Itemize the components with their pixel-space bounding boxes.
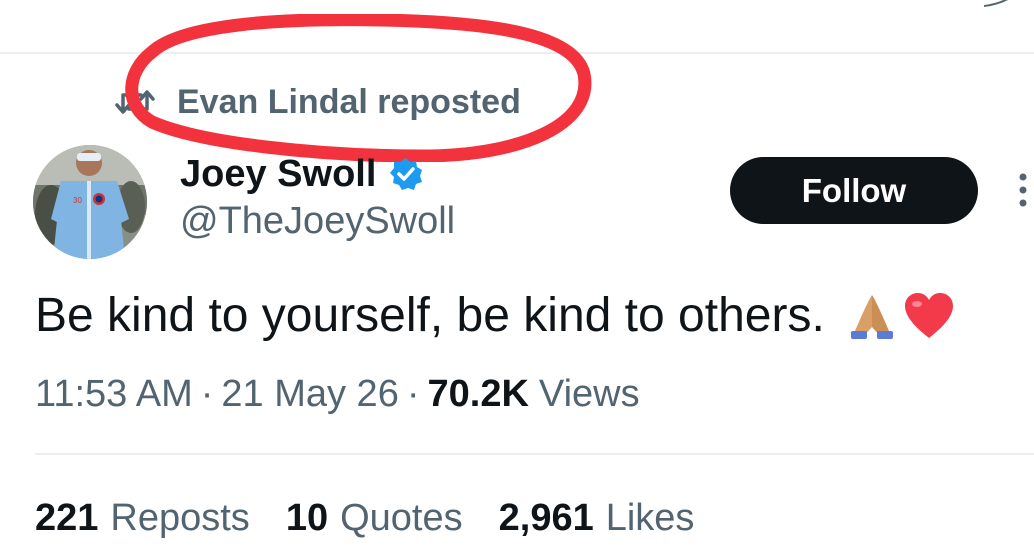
folded-hands-emoji-icon: [850, 294, 893, 339]
follow-button[interactable]: Follow: [730, 157, 978, 224]
views-count: 70.2K: [427, 373, 529, 415]
avatar-photo: 30: [33, 145, 147, 259]
likes-stat[interactable]: 2,961 Likes: [499, 497, 695, 540]
meta-separator: ·: [200, 373, 214, 415]
meta-separator: ·: [406, 373, 420, 415]
views-label: Views: [538, 373, 640, 415]
quotes-stat[interactable]: 10 Quotes: [286, 497, 463, 540]
author-handle[interactable]: @TheJoeySwoll: [180, 200, 455, 243]
likes-count: 2,961: [498, 497, 594, 539]
reposts-stat[interactable]: 221 Reposts: [35, 497, 250, 540]
tweet-meta: 11:53 AM · 21 May 26 · 70.2K Views: [35, 373, 640, 416]
svg-text:30: 30: [73, 196, 82, 205]
top-divider: [0, 52, 1034, 54]
repost-label[interactable]: Evan Lindal reposted: [177, 83, 521, 122]
stats-divider: [35, 453, 1034, 455]
verified-badge-icon: [390, 158, 423, 190]
quotes-count: 10: [285, 497, 329, 539]
red-heart-emoji-icon: [904, 292, 953, 338]
author-name-row[interactable]: Joey Swoll: [180, 152, 424, 196]
author-display-name[interactable]: Joey Swoll: [180, 153, 376, 196]
repost-context[interactable]: Evan Lindal reposted: [115, 80, 521, 124]
more-options-icon[interactable]: [1010, 170, 1032, 214]
tweet-text: Be kind to yourself, be kind to others.: [35, 289, 825, 342]
tweet-time[interactable]: 11:53 AM: [35, 373, 193, 416]
reposts-count: 221: [35, 497, 99, 539]
tweet-body: Be kind to yourself, be kind to others.: [35, 288, 955, 343]
reposts-label: Reposts: [110, 497, 250, 539]
tweet-date[interactable]: 21 May 26: [221, 373, 398, 416]
repost-icon: [115, 90, 155, 114]
quotes-label: Quotes: [340, 497, 463, 539]
corner-arrow-icon: [983, 0, 1008, 7]
likes-label: Likes: [605, 497, 695, 539]
author-avatar[interactable]: 30: [33, 145, 147, 259]
engagement-stats: 221 Reposts 10 Quotes 2,961 Likes: [35, 497, 730, 540]
